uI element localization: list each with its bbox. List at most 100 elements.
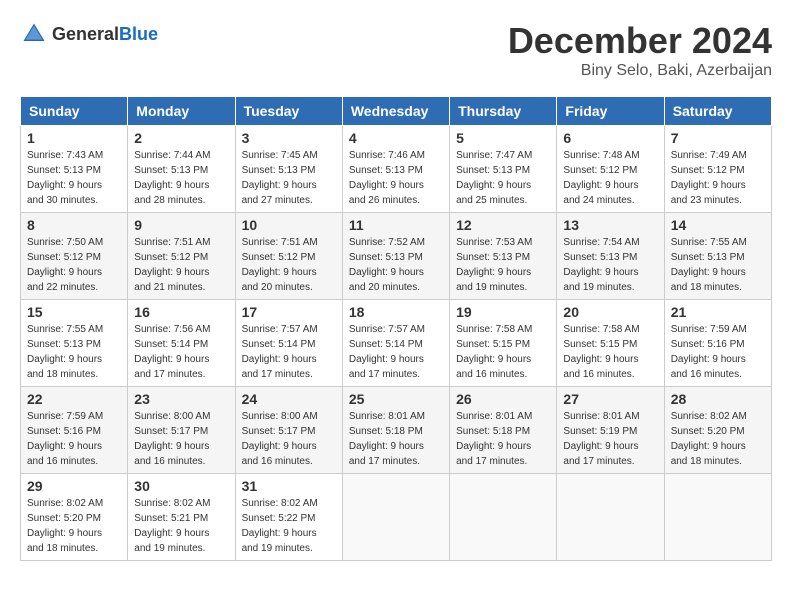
calendar-cell: 29 Sunrise: 8:02 AM Sunset: 5:20 PM Dayl… (21, 474, 128, 561)
sunrise-label: Sunrise: 8:02 AM (242, 498, 318, 509)
day-number: 6 (563, 130, 657, 146)
sunrise-label: Sunrise: 7:57 AM (349, 324, 425, 335)
sunrise-label: Sunrise: 7:44 AM (134, 150, 210, 161)
week-row-4: 22 Sunrise: 7:59 AM Sunset: 5:16 PM Dayl… (21, 387, 772, 474)
calendar-title: December 2024 (508, 20, 772, 62)
sunrise-label: Sunrise: 7:48 AM (563, 150, 639, 161)
sunrise-label: Sunrise: 8:02 AM (134, 498, 210, 509)
day-info: Sunrise: 7:56 AM Sunset: 5:14 PM Dayligh… (134, 322, 228, 382)
daylight-minutes: and 21 minutes. (134, 282, 205, 293)
daylight-minutes: and 18 minutes. (671, 456, 742, 467)
day-number: 16 (134, 304, 228, 320)
week-row-3: 15 Sunrise: 7:55 AM Sunset: 5:13 PM Dayl… (21, 300, 772, 387)
calendar-cell: 3 Sunrise: 7:45 AM Sunset: 5:13 PM Dayli… (235, 126, 342, 213)
sunset-label: Sunset: 5:13 PM (27, 339, 101, 350)
day-number: 5 (456, 130, 550, 146)
sunset-label: Sunset: 5:18 PM (349, 426, 423, 437)
day-number: 10 (242, 217, 336, 233)
daylight-minutes: and 18 minutes. (27, 369, 98, 380)
sunset-label: Sunset: 5:20 PM (27, 513, 101, 524)
day-number: 4 (349, 130, 443, 146)
daylight-label: Daylight: 9 hours (134, 180, 209, 191)
daylight-label: Daylight: 9 hours (242, 180, 317, 191)
sunrise-label: Sunrise: 8:00 AM (134, 411, 210, 422)
daylight-label: Daylight: 9 hours (242, 354, 317, 365)
sunrise-label: Sunrise: 7:47 AM (456, 150, 532, 161)
day-info: Sunrise: 7:57 AM Sunset: 5:14 PM Dayligh… (242, 322, 336, 382)
sunset-label: Sunset: 5:14 PM (134, 339, 208, 350)
sunset-label: Sunset: 5:19 PM (563, 426, 637, 437)
sunset-label: Sunset: 5:13 PM (242, 165, 316, 176)
day-info: Sunrise: 8:02 AM Sunset: 5:21 PM Dayligh… (134, 496, 228, 556)
sunrise-label: Sunrise: 7:59 AM (27, 411, 103, 422)
calendar-cell (664, 474, 771, 561)
day-info: Sunrise: 8:01 AM Sunset: 5:18 PM Dayligh… (456, 409, 550, 469)
sunset-label: Sunset: 5:20 PM (671, 426, 745, 437)
sunrise-label: Sunrise: 7:58 AM (456, 324, 532, 335)
sunset-label: Sunset: 5:14 PM (349, 339, 423, 350)
daylight-label: Daylight: 9 hours (134, 267, 209, 278)
sunrise-label: Sunrise: 7:46 AM (349, 150, 425, 161)
daylight-minutes: and 17 minutes. (349, 369, 420, 380)
calendar-cell: 21 Sunrise: 7:59 AM Sunset: 5:16 PM Dayl… (664, 300, 771, 387)
logo-blue: Blue (119, 24, 158, 44)
weekday-header-thursday: Thursday (450, 97, 557, 126)
daylight-label: Daylight: 9 hours (242, 441, 317, 452)
day-info: Sunrise: 7:53 AM Sunset: 5:13 PM Dayligh… (456, 235, 550, 295)
day-number: 9 (134, 217, 228, 233)
day-info: Sunrise: 7:55 AM Sunset: 5:13 PM Dayligh… (27, 322, 121, 382)
sunrise-label: Sunrise: 7:43 AM (27, 150, 103, 161)
sunrise-label: Sunrise: 7:51 AM (242, 237, 318, 248)
weekday-header-monday: Monday (128, 97, 235, 126)
sunrise-label: Sunrise: 7:57 AM (242, 324, 318, 335)
calendar-cell (342, 474, 449, 561)
calendar-cell: 1 Sunrise: 7:43 AM Sunset: 5:13 PM Dayli… (21, 126, 128, 213)
calendar-cell: 9 Sunrise: 7:51 AM Sunset: 5:12 PM Dayli… (128, 213, 235, 300)
day-info: Sunrise: 7:51 AM Sunset: 5:12 PM Dayligh… (134, 235, 228, 295)
sunset-label: Sunset: 5:13 PM (456, 252, 530, 263)
sunrise-label: Sunrise: 7:51 AM (134, 237, 210, 248)
calendar-cell: 10 Sunrise: 7:51 AM Sunset: 5:12 PM Dayl… (235, 213, 342, 300)
calendar-cell: 11 Sunrise: 7:52 AM Sunset: 5:13 PM Dayl… (342, 213, 449, 300)
sunset-label: Sunset: 5:14 PM (242, 339, 316, 350)
day-info: Sunrise: 7:57 AM Sunset: 5:14 PM Dayligh… (349, 322, 443, 382)
logo-general: General (52, 24, 119, 44)
daylight-minutes: and 19 minutes. (456, 282, 527, 293)
day-number: 17 (242, 304, 336, 320)
calendar-table: SundayMondayTuesdayWednesdayThursdayFrid… (20, 96, 772, 561)
day-number: 18 (349, 304, 443, 320)
day-info: Sunrise: 7:55 AM Sunset: 5:13 PM Dayligh… (671, 235, 765, 295)
calendar-cell: 26 Sunrise: 8:01 AM Sunset: 5:18 PM Dayl… (450, 387, 557, 474)
day-number: 23 (134, 391, 228, 407)
sunrise-label: Sunrise: 7:54 AM (563, 237, 639, 248)
day-number: 15 (27, 304, 121, 320)
daylight-label: Daylight: 9 hours (456, 267, 531, 278)
day-number: 31 (242, 478, 336, 494)
day-info: Sunrise: 7:59 AM Sunset: 5:16 PM Dayligh… (671, 322, 765, 382)
sunset-label: Sunset: 5:13 PM (456, 165, 530, 176)
calendar-cell: 17 Sunrise: 7:57 AM Sunset: 5:14 PM Dayl… (235, 300, 342, 387)
calendar-cell: 25 Sunrise: 8:01 AM Sunset: 5:18 PM Dayl… (342, 387, 449, 474)
calendar-cell: 13 Sunrise: 7:54 AM Sunset: 5:13 PM Dayl… (557, 213, 664, 300)
sunset-label: Sunset: 5:22 PM (242, 513, 316, 524)
calendar-cell: 30 Sunrise: 8:02 AM Sunset: 5:21 PM Dayl… (128, 474, 235, 561)
daylight-label: Daylight: 9 hours (27, 441, 102, 452)
day-info: Sunrise: 7:59 AM Sunset: 5:16 PM Dayligh… (27, 409, 121, 469)
calendar-cell: 12 Sunrise: 7:53 AM Sunset: 5:13 PM Dayl… (450, 213, 557, 300)
sunset-label: Sunset: 5:17 PM (242, 426, 316, 437)
day-number: 29 (27, 478, 121, 494)
sunrise-label: Sunrise: 8:02 AM (27, 498, 103, 509)
sunrise-label: Sunrise: 8:01 AM (456, 411, 532, 422)
sunrise-label: Sunrise: 7:59 AM (671, 324, 747, 335)
calendar-cell (450, 474, 557, 561)
sunset-label: Sunset: 5:16 PM (27, 426, 101, 437)
daylight-minutes: and 20 minutes. (349, 282, 420, 293)
weekday-header-saturday: Saturday (664, 97, 771, 126)
daylight-minutes: and 16 minutes. (242, 456, 313, 467)
day-number: 3 (242, 130, 336, 146)
day-info: Sunrise: 7:52 AM Sunset: 5:13 PM Dayligh… (349, 235, 443, 295)
day-number: 30 (134, 478, 228, 494)
daylight-minutes: and 30 minutes. (27, 195, 98, 206)
daylight-label: Daylight: 9 hours (134, 441, 209, 452)
calendar-cell: 7 Sunrise: 7:49 AM Sunset: 5:12 PM Dayli… (664, 126, 771, 213)
